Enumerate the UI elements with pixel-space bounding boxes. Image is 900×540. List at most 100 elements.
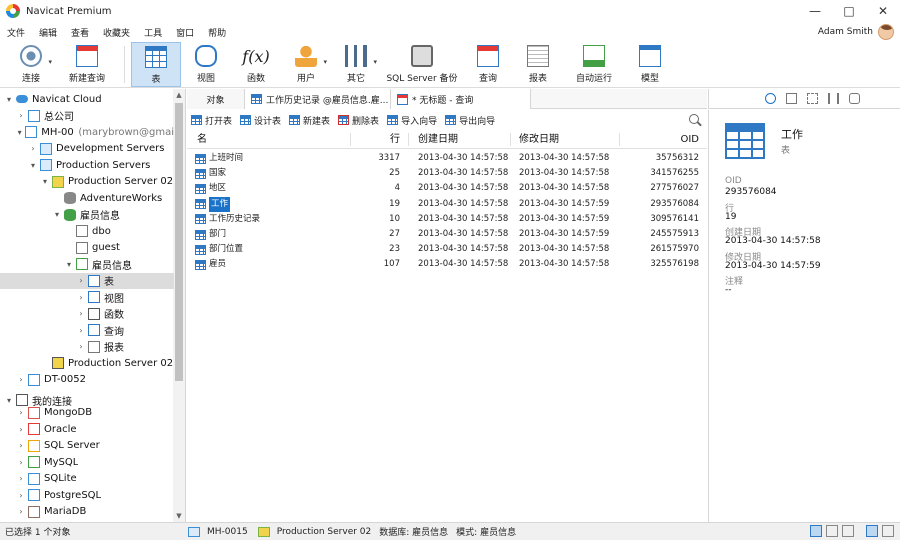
chevron-down-icon[interactable]: ▾ xyxy=(323,58,327,66)
chevron-right-icon[interactable]: › xyxy=(16,425,26,434)
menu-favorites[interactable]: 收藏夹 xyxy=(96,26,137,39)
tree-item[interactable]: › Development Servers xyxy=(0,141,174,157)
menu-window[interactable]: 窗口 xyxy=(169,26,201,39)
toolbar-new-query-button[interactable]: 新建查询 xyxy=(56,42,118,87)
toolbar-automation-button[interactable]: 自动运行 xyxy=(563,42,625,87)
chevron-down-icon[interactable]: ▾ xyxy=(40,177,50,186)
dependency-icon[interactable] xyxy=(807,93,818,104)
ddl-icon[interactable] xyxy=(786,93,797,104)
chevron-right-icon[interactable]: › xyxy=(76,309,86,318)
toolbar-backup-button[interactable]: SQL Server 备份 xyxy=(381,42,463,87)
tree-item[interactable]: guest xyxy=(0,240,174,256)
menu-tools[interactable]: 工具 xyxy=(137,26,169,39)
chevron-right-icon[interactable]: › xyxy=(28,144,38,153)
column-created[interactable]: 创建日期 xyxy=(418,130,458,149)
maximize-icon[interactable]: □ xyxy=(832,0,866,22)
toggle-nav-pane-icon[interactable] xyxy=(866,525,878,537)
toolbar-function-button[interactable]: f(x) 函数 xyxy=(231,42,281,87)
tree-item[interactable]: › MariaDB xyxy=(0,504,174,520)
design-table-button[interactable]: 设计表 xyxy=(240,114,281,127)
table-row[interactable]: 工作历史记录 10 2013-04-30 14:57:58 2013-04-30 14… xyxy=(187,212,707,227)
chevron-right-icon[interactable]: › xyxy=(16,408,26,417)
search-icon[interactable] xyxy=(689,114,699,124)
tab-objects[interactable]: 对象 xyxy=(187,89,245,109)
chevron-down-icon[interactable]: ▾ xyxy=(48,58,52,66)
scroll-up-icon[interactable]: ▲ xyxy=(173,89,185,101)
scroll-thumb[interactable] xyxy=(175,103,183,381)
table-row[interactable]: 上班时间 3317 2013-04-30 14:57:58 2013-04-30 14… xyxy=(187,151,707,166)
tree-item[interactable]: › 查询 xyxy=(0,322,174,338)
chevron-right-icon[interactable]: › xyxy=(16,458,26,467)
toolbar-query-button[interactable]: 查询 xyxy=(463,42,513,87)
menu-help[interactable]: 帮助 xyxy=(201,26,233,39)
chevron-down-icon[interactable]: ▾ xyxy=(64,260,74,269)
column-oid[interactable]: OID xyxy=(637,130,699,149)
menu-view[interactable]: 查看 xyxy=(64,26,96,39)
menu-edit[interactable]: 编辑 xyxy=(32,26,64,39)
er-view-icon[interactable] xyxy=(842,525,854,537)
chevron-down-icon[interactable]: ▾ xyxy=(373,58,377,66)
tree-item[interactable]: › MongoDB xyxy=(0,405,174,421)
scroll-down-icon[interactable]: ▼ xyxy=(173,510,185,522)
tree-item[interactable]: › SQL Server xyxy=(0,438,174,454)
chevron-right-icon[interactable]: › xyxy=(16,474,26,483)
close-icon[interactable]: ✕ xyxy=(866,0,900,22)
tab-untitled-query[interactable]: * 无标题 - 查询 xyxy=(391,89,531,109)
tree-item[interactable]: › 报表 xyxy=(0,339,174,355)
tree-item[interactable]: Production Server 02 xyxy=(0,355,174,371)
chevron-right-icon[interactable]: › xyxy=(76,293,86,302)
chevron-right-icon[interactable]: › xyxy=(76,342,86,351)
tree-item[interactable]: dbo xyxy=(0,223,174,239)
chevron-down-icon[interactable]: ▾ xyxy=(4,95,14,104)
user-account[interactable]: Adam Smith xyxy=(818,22,894,42)
usage-icon[interactable] xyxy=(828,93,839,104)
import-wizard-button[interactable]: 导入向导 xyxy=(387,114,437,127)
tree-scrollbar[interactable]: ▲ ▼ xyxy=(173,89,185,522)
chevron-right-icon[interactable]: › xyxy=(76,326,86,335)
table-row[interactable]: 部门位置 23 2013-04-30 14:57:58 2013-04-30 14:5… xyxy=(187,242,707,257)
tree-item[interactable]: ▾ MH-0015 (marybrown@gmai xyxy=(0,124,174,140)
tree-item[interactable]: › DT-0052 xyxy=(0,372,174,388)
tree-item[interactable]: › PostgreSQL xyxy=(0,487,174,503)
toolbar-tools-button[interactable]: 其它 ▾ xyxy=(331,42,381,87)
chevron-right-icon[interactable]: › xyxy=(16,507,26,516)
tree-item[interactable]: AdventureWorks xyxy=(0,190,174,206)
column-rows[interactable]: 行 xyxy=(367,130,400,149)
chevron-down-icon[interactable]: ▾ xyxy=(4,396,14,405)
column-modified[interactable]: 修改日期 xyxy=(519,130,559,149)
minimize-icon[interactable]: — xyxy=(798,0,832,22)
tree-item[interactable]: › MySQL xyxy=(0,454,174,470)
tree-item[interactable]: ▾ 雇员信息 xyxy=(0,256,174,272)
toolbar-plug-button[interactable]: 连接 ▾ xyxy=(6,42,56,87)
table-row[interactable]: 部门 27 2013-04-30 14:57:58 2013-04-30 14:57:… xyxy=(187,227,707,242)
table-row[interactable]: 工作 19 2013-04-30 14:57:58 2013-04-30 14:57:… xyxy=(187,196,707,212)
tree-item[interactable]: ▾ Navicat Cloud xyxy=(0,91,174,107)
tree-item[interactable]: › SQLite xyxy=(0,471,174,487)
tree-item[interactable]: › 总公司 xyxy=(0,108,174,124)
toolbar-view-button[interactable]: 视图 xyxy=(181,42,231,87)
tree-item[interactable]: › 表 xyxy=(0,272,174,289)
tree-item[interactable]: › 函数 xyxy=(0,306,174,322)
tree-item[interactable]: ▾ Production Server 02 xyxy=(0,174,174,190)
detail-view-icon[interactable] xyxy=(826,525,838,537)
info-icon[interactable] xyxy=(765,93,776,104)
open-table-button[interactable]: 打开表 xyxy=(191,114,232,127)
toolbar-user-button[interactable]: 用户 ▾ xyxy=(281,42,331,87)
delete-table-button[interactable]: 删除表 xyxy=(338,114,379,127)
tree-item[interactable]: ▾ 雇员信息 xyxy=(0,207,174,223)
toolbar-model-button[interactable]: 模型 xyxy=(625,42,675,87)
chevron-right-icon[interactable]: › xyxy=(16,111,26,120)
table-row[interactable]: 地区 4 2013-04-30 14:57:58 2013-04-30 14:57:5… xyxy=(187,181,707,196)
chevron-right-icon[interactable]: › xyxy=(16,441,26,450)
tree-item[interactable]: › 视图 xyxy=(0,289,174,305)
toolbar-report-button[interactable]: 报表 xyxy=(513,42,563,87)
tab-job-history[interactable]: 工作历史记录 @雇员信息.雇... xyxy=(245,89,391,109)
column-name[interactable]: 名 xyxy=(197,130,207,149)
menu-file[interactable]: 文件 xyxy=(0,26,32,39)
chevron-down-icon[interactable]: ▾ xyxy=(52,210,62,219)
settings-icon[interactable] xyxy=(849,93,860,104)
chevron-right-icon[interactable]: › xyxy=(76,276,86,285)
chevron-down-icon[interactable]: ▾ xyxy=(16,128,23,137)
export-wizard-button[interactable]: 导出向导 xyxy=(445,114,495,127)
tree-item[interactable]: › Oracle xyxy=(0,421,174,437)
